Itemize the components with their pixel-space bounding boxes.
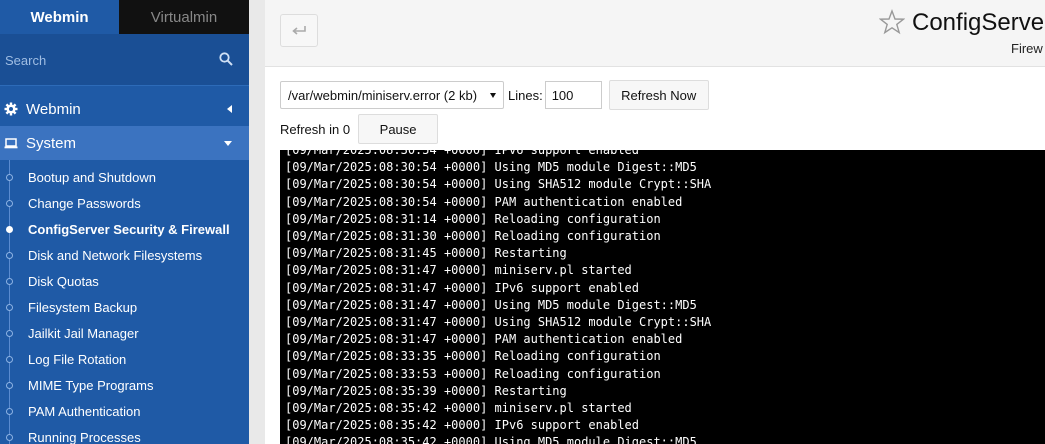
log-line: [09/Mar/2025:08:35:42 +0000] miniserv.pl… (285, 401, 632, 416)
sidebar-item-log-rotation[interactable]: Log File Rotation (0, 346, 249, 372)
lines-input[interactable] (544, 81, 602, 109)
sidebar-item-mime[interactable]: MIME Type Programs (0, 372, 249, 398)
sidebar-item-label: Disk Quotas (28, 273, 99, 289)
sidebar-item-disk-quotas[interactable]: Disk Quotas (0, 268, 249, 294)
sidebar-item-filesystem-backup[interactable]: Filesystem Backup (0, 294, 249, 320)
main-panel: ConfigServer Firew /var/webmin/miniserv.… (265, 0, 1045, 444)
caret-left-icon (227, 105, 232, 113)
sidebar: Webmin Virtualmin Webmin System (0, 0, 249, 444)
bullet-icon (6, 226, 13, 233)
page-title: ConfigServer (912, 9, 1045, 36)
log-line: [09/Mar/2025:08:31:47 +0000] Using MD5 m… (285, 297, 697, 312)
bullet-icon (6, 278, 13, 285)
log-line: [09/Mar/2025:08:30:54 +0000] Using SHA51… (285, 177, 712, 192)
search-input[interactable] (0, 48, 210, 72)
bullet-icon (6, 174, 13, 181)
log-line: [09/Mar/2025:08:31:47 +0000] IPv6 suppor… (285, 280, 640, 295)
sidebar-item-jailkit[interactable]: Jailkit Jail Manager (0, 320, 249, 346)
log-controls: /var/webmin/miniserv.error (2 kb) Lines:… (280, 80, 709, 110)
log-line: [09/Mar/2025:08:31:47 +0000] Using SHA51… (285, 315, 712, 330)
sidebar-item-label: Running Processes (28, 429, 141, 444)
page-header: ConfigServer Firew (265, 0, 1045, 67)
log-line: [09/Mar/2025:08:33:35 +0000] Reloading c… (285, 349, 661, 364)
log-file-select-value: /var/webmin/miniserv.error (2 kb) (288, 87, 478, 103)
sidebar-item-label: PAM Authentication (28, 403, 141, 419)
sidebar-item-label: Disk and Network Filesystems (28, 247, 203, 263)
pause-button[interactable]: Pause (358, 114, 439, 144)
refresh-controls: Refresh in 0 Pause (280, 114, 439, 144)
lines-label: Lines: (508, 87, 543, 103)
sidebar-item-configserver[interactable]: ConfigServer Security & Firewall (0, 216, 249, 242)
bullet-icon (6, 252, 13, 259)
star-icon[interactable] (879, 9, 905, 35)
log-line: [09/Mar/2025:08:31:47 +0000] PAM authent… (285, 332, 683, 347)
log-file-select[interactable]: /var/webmin/miniserv.error (2 kb) (280, 81, 504, 109)
log-line: [09/Mar/2025:08:35:42 +0000] IPv6 suppor… (285, 418, 640, 433)
bullet-icon (6, 200, 13, 207)
refresh-now-button[interactable]: Refresh Now (608, 80, 709, 110)
sidebar-item-label: ConfigServer Security & Firewall (28, 221, 230, 237)
sidebar-item-disk-network[interactable]: Disk and Network Filesystems (0, 242, 249, 268)
log-lines: [09/Mar/2025:08:30:54 +0000] IPv6 suppor… (285, 150, 711, 444)
tab-webmin[interactable]: Webmin (0, 0, 119, 34)
bullet-icon (6, 434, 13, 441)
return-arrow-icon (292, 25, 306, 35)
log-line: [09/Mar/2025:08:30:54 +0000] PAM authent… (285, 194, 683, 209)
bullet-icon (6, 304, 13, 311)
bullet-icon (6, 330, 13, 337)
sidebar-item-label: MIME Type Programs (28, 377, 154, 393)
log-line: [09/Mar/2025:08:31:14 +0000] Reloading c… (285, 211, 661, 226)
sidebar-item-bootup[interactable]: Bootup and Shutdown (0, 164, 249, 190)
caret-down-icon (224, 141, 232, 146)
log-line: [09/Mar/2025:08:35:39 +0000] Restarting (285, 383, 567, 398)
log-line: [09/Mar/2025:08:33:53 +0000] Reloading c… (285, 366, 661, 381)
laptop-icon (4, 138, 18, 149)
sidebar-item-label: Bootup and Shutdown (28, 169, 156, 185)
system-submenu: Bootup and Shutdown Change Passwords Con… (0, 160, 249, 444)
sidebar-tabs: Webmin Virtualmin (0, 0, 249, 34)
sidebar-item-label: Filesystem Backup (28, 299, 138, 315)
log-line: [09/Mar/2025:08:30:54 +0000] IPv6 suppor… (285, 150, 640, 157)
menu-webmin[interactable]: Webmin (0, 92, 249, 126)
log-line: [09/Mar/2025:08:35:42 +0000] Using MD5 m… (285, 435, 697, 444)
log-line: [09/Mar/2025:08:31:30 +0000] Reloading c… (285, 229, 661, 244)
log-output[interactable]: [09/Mar/2025:08:30:54 +0000] IPv6 suppor… (280, 150, 1045, 444)
sidebar-item-label: Change Passwords (28, 195, 141, 211)
back-button[interactable] (280, 14, 318, 47)
bullet-icon (6, 382, 13, 389)
search-icon[interactable] (219, 52, 233, 66)
sidebar-item-label: Jailkit Jail Manager (28, 325, 139, 341)
sidebar-item-pam[interactable]: PAM Authentication (0, 398, 249, 424)
log-line: [09/Mar/2025:08:31:45 +0000] Restarting (285, 246, 567, 261)
sidebar-item-change-passwords[interactable]: Change Passwords (0, 190, 249, 216)
refresh-countdown: Refresh in 0 (280, 121, 351, 137)
sidebar-item-running-processes[interactable]: Running Processes (0, 424, 249, 444)
bullet-icon (6, 356, 13, 363)
menu-system[interactable]: System (0, 126, 249, 160)
menu-system-label: System (26, 134, 77, 152)
log-line: [09/Mar/2025:08:31:47 +0000] miniserv.pl… (285, 263, 632, 278)
sidebar-search (0, 34, 249, 86)
sidebar-item-label: Log File Rotation (28, 351, 127, 367)
menu-webmin-label: Webmin (26, 100, 81, 118)
bullet-icon (6, 408, 13, 415)
gear-icon (4, 102, 18, 116)
tab-virtualmin[interactable]: Virtualmin (119, 0, 249, 34)
page-subtitle: Firew (1011, 41, 1043, 56)
dropdown-arrow-icon (490, 93, 496, 98)
log-line: [09/Mar/2025:08:30:54 +0000] Using MD5 m… (285, 160, 697, 175)
